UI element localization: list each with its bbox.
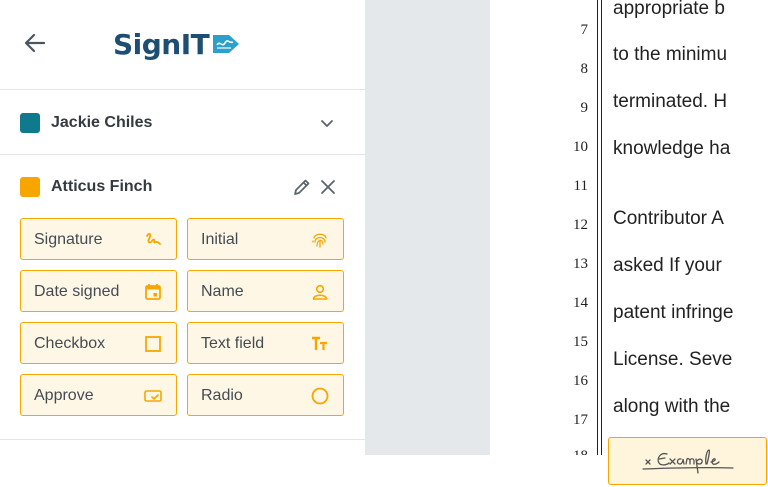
field-label: Date signed (34, 283, 120, 300)
line-number: 7 (580, 22, 589, 38)
field-label: Radio (201, 387, 243, 404)
field-label: Text field (201, 335, 265, 352)
document-text-line: appropriate b (613, 0, 725, 19)
line-number: 11 (573, 178, 588, 194)
line-number: 13 (573, 256, 588, 272)
calendar-icon (145, 284, 161, 300)
signature-placeholder[interactable] (608, 437, 767, 485)
initial-field-button[interactable]: Initial (187, 218, 344, 260)
date-signed-field-button[interactable]: Date signed (20, 270, 177, 312)
pencil-icon[interactable] (292, 177, 312, 197)
document-content: 7 8 9 10 11 12 13 14 15 16 17 18 appropr… (490, 0, 735, 455)
signer-row-jackie-chiles[interactable]: Jackie Chiles (0, 91, 365, 155)
document-text-line: along with the (613, 396, 731, 417)
fingerprint-icon (312, 233, 327, 248)
signature-field-button[interactable]: Signature (20, 218, 177, 260)
person-icon (312, 284, 328, 300)
line-number: 15 (573, 334, 588, 350)
margin-rule (597, 0, 598, 455)
example-signature-graphic (642, 449, 734, 474)
document-gutter (365, 0, 490, 455)
sidebar: SignIT Jackie Chiles Atticus Finch Signa… (0, 0, 365, 487)
document-text-line: terminated. H (613, 91, 728, 112)
line-number: 17 (573, 412, 588, 428)
signer-color-swatch (20, 113, 40, 133)
back-arrow-icon[interactable] (22, 30, 48, 56)
checkbox-icon (145, 336, 161, 352)
approve-icon (144, 390, 162, 402)
margin-rule (601, 0, 602, 455)
signer-row-atticus-finch: Atticus Finch Signature Initial Date sig… (0, 156, 365, 440)
field-label: Checkbox (34, 335, 106, 352)
document-text-line: to the minimu (613, 44, 728, 65)
close-icon[interactable] (319, 178, 337, 196)
line-number: 12 (573, 217, 588, 233)
field-label: Approve (34, 387, 94, 404)
document-text-line: Contributor A (613, 208, 724, 229)
field-label: Name (201, 283, 244, 300)
document-text-line: patent infringe (613, 302, 734, 323)
text-field-button[interactable]: Text field (187, 322, 344, 364)
field-label: Initial (201, 231, 239, 248)
field-label: Signature (34, 231, 103, 248)
document-text-line: asked If your (613, 255, 722, 276)
line-number: 8 (580, 61, 589, 77)
line-number: 18 (562, 448, 588, 455)
document-text-line: knowledge ha (613, 138, 731, 159)
logo-text: SignIT (113, 27, 210, 61)
line-number: 16 (573, 373, 588, 389)
header: SignIT (0, 0, 365, 90)
document-text-line: License. Seve (613, 349, 733, 370)
sign-arrow-icon (213, 35, 240, 53)
line-number: 14 (573, 295, 588, 311)
radio-icon (311, 387, 329, 405)
signature-icon (146, 232, 161, 245)
checkbox-field-button[interactable]: Checkbox (20, 322, 177, 364)
signer-name: Jackie Chiles (51, 114, 153, 131)
app-logo: SignIT (113, 26, 241, 62)
line-number: 10 (573, 139, 588, 155)
radio-field-button[interactable]: Radio (187, 374, 344, 416)
signer-name: Atticus Finch (51, 178, 153, 195)
approve-field-button[interactable]: Approve (20, 374, 177, 416)
text-field-icon (312, 336, 327, 350)
name-field-button[interactable]: Name (187, 270, 344, 312)
line-number: 9 (580, 100, 589, 116)
document-page[interactable]: 7 8 9 10 11 12 13 14 15 16 17 18 appropr… (490, 0, 768, 455)
signer-color-swatch (20, 177, 40, 197)
chevron-down-icon[interactable] (319, 115, 335, 131)
